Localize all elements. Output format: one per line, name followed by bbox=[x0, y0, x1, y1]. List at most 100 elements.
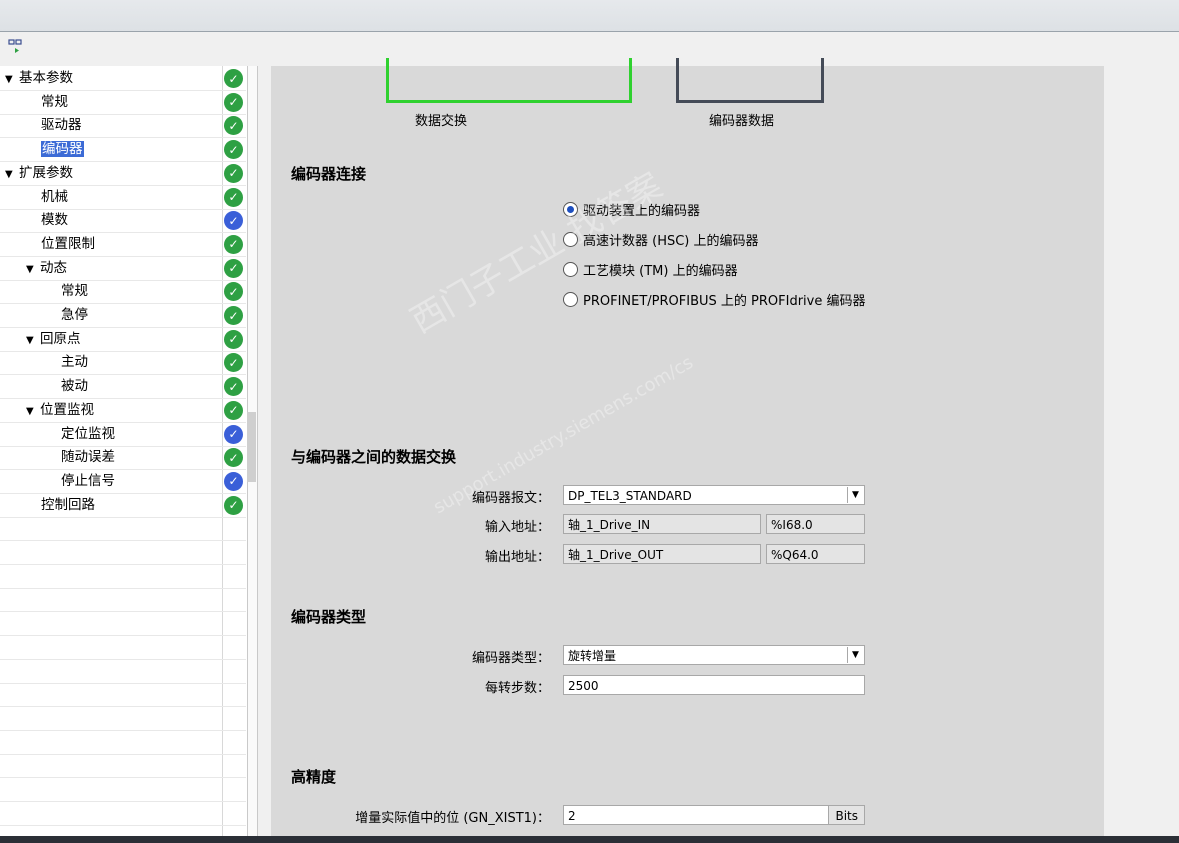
input-address-field[interactable]: %I68.0 bbox=[766, 514, 865, 534]
tree-item-label: 动态 bbox=[40, 259, 67, 276]
output-address-field[interactable]: %Q64.0 bbox=[766, 544, 865, 564]
check-ok-icon: ✓ bbox=[224, 306, 243, 325]
output-address-label: 输出地址： bbox=[484, 550, 550, 565]
tree-item-label: 停止信号 bbox=[61, 472, 115, 489]
encoder-type-select[interactable]: 旋转增量 ▼ bbox=[563, 645, 865, 665]
tree-item[interactable]: ▼ 位置监视 bbox=[26, 399, 94, 421]
tree-item[interactable]: 主动 bbox=[61, 351, 88, 373]
row-divider bbox=[0, 564, 246, 565]
bottom-border bbox=[0, 836, 1179, 843]
tree-item[interactable]: 被动 bbox=[61, 375, 88, 397]
tree-item[interactable]: ▼ 基本参数 bbox=[5, 67, 73, 89]
chevron-down-icon[interactable]: ▼ bbox=[847, 487, 863, 503]
row-divider bbox=[0, 374, 246, 376]
check-ok-icon: ✓ bbox=[224, 92, 243, 112]
bits-input[interactable]: 2 Bits bbox=[563, 805, 865, 825]
navigation-tree: ▼ 基本参数 常规 驱动器 编码器 ▼ 扩展参数 机械 模数 位置限制 ▼ 动态 常规 急停 ▼ 回原点 主动被… bbox=[0, 66, 222, 836]
encoder-data-caption: 编码器数据 bbox=[709, 114, 775, 129]
check-ok-icon: ✓ bbox=[224, 495, 243, 515]
row-divider bbox=[0, 777, 246, 779]
row-divider bbox=[0, 492, 246, 494]
tree-scrollbar-thumb[interactable] bbox=[247, 412, 256, 482]
network-view-icon[interactable] bbox=[8, 38, 26, 54]
check-ok-icon: ✓ bbox=[224, 377, 243, 397]
data-exchange-caption: 数据交换 bbox=[415, 114, 468, 129]
tree-item-label: 常规 bbox=[41, 93, 68, 110]
row-divider bbox=[0, 421, 246, 423]
row-divider bbox=[0, 90, 246, 91]
check-ok-icon: ✓ bbox=[224, 163, 243, 183]
check-ok-icon: ✓ bbox=[224, 329, 243, 349]
expand-arrow-icon[interactable]: ▼ bbox=[5, 69, 19, 91]
expand-arrow-icon[interactable]: ▼ bbox=[26, 401, 40, 423]
tree-item[interactable]: 随动误差 bbox=[61, 446, 115, 468]
check-blue-icon: ✓ bbox=[224, 424, 243, 444]
encoder-connection-title: 编码器连接 bbox=[291, 165, 367, 183]
row-divider bbox=[0, 729, 246, 731]
tree-item[interactable]: 常规 bbox=[41, 91, 68, 113]
radio-label: 高速计数器 (HSC) 上的编码器 bbox=[583, 233, 759, 249]
row-divider bbox=[0, 350, 246, 352]
bits-value: 2 bbox=[568, 809, 576, 823]
telegram-value: DP_TEL3_STANDARD bbox=[568, 489, 692, 503]
row-divider bbox=[0, 137, 246, 139]
tree-item-label: 位置监视 bbox=[40, 401, 94, 418]
tree-item[interactable]: 编码器 bbox=[41, 138, 84, 160]
input-address-label: 输入地址： bbox=[484, 520, 550, 535]
tree-item-label: 驱动器 bbox=[41, 117, 82, 134]
radio-label: 驱动装置上的编码器 bbox=[583, 203, 701, 219]
tree-item[interactable]: 模数 bbox=[41, 209, 68, 231]
encoder-connection-radio[interactable]: 高速计数器 (HSC) 上的编码器 bbox=[563, 229, 759, 249]
radio-label: PROFINET/PROFIBUS 上的 PROFIdrive 编码器 bbox=[583, 293, 866, 309]
encoder-connection-radio[interactable]: 驱动装置上的编码器 bbox=[563, 199, 700, 219]
expand-arrow-icon[interactable]: ▼ bbox=[26, 259, 40, 281]
tree-item[interactable]: 停止信号 bbox=[61, 470, 115, 492]
row-divider bbox=[0, 113, 246, 115]
bits-label: 增量实际值中的位 (GN_XIST1)： bbox=[355, 811, 550, 826]
steps-per-rev-input[interactable]: 2500 bbox=[563, 675, 865, 695]
row-divider bbox=[0, 587, 246, 589]
encoder-connection-radio[interactable]: 工艺模块 (TM) 上的编码器 bbox=[563, 259, 738, 279]
row-divider bbox=[0, 327, 246, 328]
encoder-type-value: 旋转增量 bbox=[568, 649, 617, 663]
tree-item-label: 扩展参数 bbox=[19, 164, 73, 181]
encoder-type-label: 编码器类型： bbox=[471, 651, 550, 666]
check-ok-icon: ✓ bbox=[224, 234, 243, 254]
tree-item[interactable]: 定位监视 bbox=[61, 423, 115, 445]
tree-item[interactable]: 位置限制 bbox=[41, 233, 95, 255]
tree-item-label: 回原点 bbox=[40, 330, 81, 347]
row-divider bbox=[0, 303, 246, 305]
encoder-connection-radio[interactable]: PROFINET/PROFIBUS 上的 PROFIdrive 编码器 bbox=[563, 289, 866, 309]
tree-item[interactable]: 控制回路 bbox=[41, 494, 95, 516]
check-ok-icon: ✓ bbox=[224, 187, 243, 207]
output-tag-field[interactable]: 轴_1_Drive_OUT bbox=[563, 544, 761, 564]
tree-item[interactable]: 常规 bbox=[61, 280, 88, 302]
radio-empty-icon[interactable] bbox=[563, 231, 578, 247]
radio-selected-icon[interactable] bbox=[563, 201, 578, 217]
row-divider bbox=[0, 753, 246, 755]
row-divider bbox=[0, 255, 246, 257]
row-divider bbox=[0, 469, 246, 471]
tree-item[interactable]: ▼ 动态 bbox=[26, 257, 67, 279]
row-divider bbox=[0, 682, 246, 684]
radio-empty-icon[interactable] bbox=[563, 261, 578, 277]
row-divider bbox=[0, 540, 246, 542]
tree-item[interactable]: 急停 bbox=[61, 304, 88, 326]
precision-title: 高精度 bbox=[291, 768, 337, 786]
telegram-select[interactable]: DP_TEL3_STANDARD ▼ bbox=[563, 485, 865, 505]
tree-item-label: 编码器 bbox=[41, 141, 84, 158]
row-divider bbox=[0, 706, 246, 708]
expand-arrow-icon[interactable]: ▼ bbox=[26, 330, 40, 352]
tree-item[interactable]: 机械 bbox=[41, 186, 68, 208]
tree-item[interactable]: ▼ 扩展参数 bbox=[5, 162, 73, 184]
tree-item[interactable]: 驱动器 bbox=[41, 114, 82, 136]
expand-arrow-icon[interactable]: ▼ bbox=[5, 164, 19, 186]
tree-item[interactable]: ▼ 回原点 bbox=[26, 328, 81, 350]
data-exchange-box bbox=[386, 58, 632, 103]
right-margin bbox=[1104, 66, 1179, 836]
row-divider bbox=[0, 658, 246, 660]
data-exchange-title: 与编码器之间的数据交换 bbox=[291, 448, 457, 466]
chevron-down-icon[interactable]: ▼ bbox=[847, 647, 863, 663]
input-tag-field[interactable]: 轴_1_Drive_IN bbox=[563, 514, 761, 534]
radio-empty-icon[interactable] bbox=[563, 291, 578, 307]
